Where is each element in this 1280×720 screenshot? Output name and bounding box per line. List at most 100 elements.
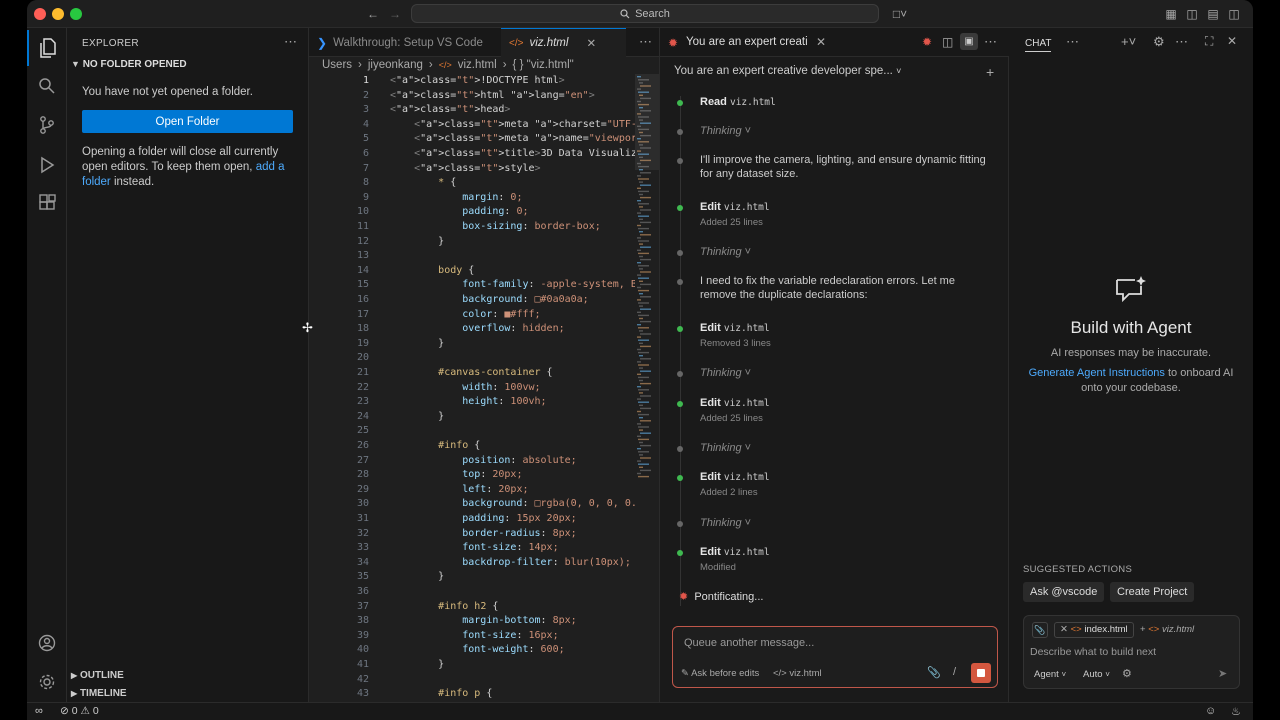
code-line[interactable]: 33 font-size: 14px; [309, 541, 635, 556]
toggle-panel-icon[interactable]: ▤ [1205, 6, 1221, 22]
code-line[interactable]: 28 top: 20px; [309, 468, 635, 483]
notifications-bell-icon[interactable]: ♨ [1231, 705, 1241, 718]
search-icon[interactable] [27, 68, 67, 104]
toggle-secondary-sidebar-icon[interactable]: ◫ [1226, 6, 1242, 22]
no-folder-section[interactable]: ▼ NO FOLDER OPENED [71, 59, 187, 70]
tools-icon[interactable]: ⚙ [1122, 667, 1132, 680]
breadcrumb-item[interactable]: { } "viz.html" [513, 59, 574, 71]
more-actions-icon[interactable]: ⋯ [284, 34, 297, 50]
code-line[interactable]: 10 padding: 0; [309, 205, 635, 220]
forward-arrow-icon[interactable]: → [387, 6, 403, 22]
code-line[interactable]: 5 <"a">class="t">meta "a">name="viewport… [309, 132, 635, 147]
copilot-menu-icon[interactable]: □˅ [887, 6, 913, 22]
create-project-button[interactable]: Create Project [1110, 582, 1195, 602]
problems-indicator[interactable]: ⊘ 0 ⚠ 0 [60, 705, 99, 717]
close-tab-icon[interactable]: ✕ [586, 36, 596, 50]
more-actions-icon[interactable]: ⋯ [1066, 34, 1079, 50]
code-line[interactable]: 17 color: ■#fff; [309, 308, 635, 323]
editor-more-icon[interactable]: ⋯ [639, 34, 652, 50]
code-line[interactable]: 29 left: 20px; [309, 483, 635, 498]
copilot-status-icon[interactable]: ☺ [1205, 705, 1216, 717]
remove-chip-icon[interactable]: ✕ [1060, 624, 1068, 635]
code-line[interactable]: 32 border-radius: 8px; [309, 527, 635, 542]
code-line[interactable]: 24 } [309, 410, 635, 425]
breadcrumb-item[interactable]: Users [322, 59, 352, 71]
code-line[interactable]: 16 background: □#0a0a0a; [309, 293, 635, 308]
code-line[interactable]: 8 * { [309, 176, 635, 191]
attach-icon[interactable]: 📎 [1032, 622, 1048, 638]
close-window-button[interactable] [34, 8, 46, 20]
code-line[interactable]: 4 <"a">class="t">meta "a">charset="UTF-8… [309, 118, 635, 133]
code-line[interactable]: 2 <"a">class="t">html "a">lang="en"> [309, 89, 635, 104]
more-actions-icon[interactable]: ⋯ [1175, 34, 1188, 50]
stop-button[interactable] [971, 663, 991, 683]
code-line[interactable]: 21 #canvas-container { [309, 366, 635, 381]
attach-icon[interactable]: 📎 [927, 666, 941, 679]
code-line[interactable]: 12 } [309, 235, 635, 250]
chat-title[interactable]: CHAT [1025, 38, 1052, 52]
code-line[interactable]: 22 width: 100vw; [309, 381, 635, 396]
send-icon[interactable]: ➤ [1218, 667, 1227, 680]
timeline-section[interactable]: ▶ TIMELINE [71, 688, 127, 699]
code-line[interactable]: 25 [309, 424, 635, 439]
model-picker[interactable]: Auto ˅ [1083, 669, 1110, 680]
context-file-chip[interactable]: </> viz.html [773, 668, 822, 679]
code-line[interactable]: 43 #info p { [309, 687, 635, 702]
code-line[interactable]: 30 background: □rgba(0, 0, 0, 0. [309, 497, 635, 512]
code-line[interactable]: 15 font-family: -apple-system, Bl [309, 278, 635, 293]
tab-viz-html[interactable]: </> viz.html ✕ [501, 28, 626, 57]
new-chat-icon[interactable]: +˅ [1121, 34, 1136, 49]
code-line[interactable]: 40 font-weight: 600; [309, 643, 635, 658]
breadcrumb-item[interactable]: viz.html [458, 59, 497, 71]
code-line[interactable]: 35 } [309, 570, 635, 585]
agent-chat-input[interactable]: 📎 ✕ <> index.html + <> viz.html Describe… [1023, 615, 1240, 689]
ask-vscode-button[interactable]: Ask @vscode [1023, 582, 1105, 602]
toggle-sidebar-icon[interactable]: ◫ [1184, 6, 1200, 22]
code-line[interactable]: 6 <"a">class="t">title>3D Data Visualiza… [309, 147, 635, 162]
code-line[interactable]: 14 body { [309, 264, 635, 279]
code-line[interactable]: 18 overflow: hidden; [309, 322, 635, 337]
code-line[interactable]: 20 [309, 351, 635, 366]
code-line[interactable]: 3 <"a">class="t">head> [309, 103, 635, 118]
code-line[interactable]: 38 margin-bottom: 8px; [309, 614, 635, 629]
minimize-window-button[interactable] [52, 8, 64, 20]
maximize-window-button[interactable] [70, 8, 82, 20]
code-line[interactable]: 27 position: absolute; [309, 454, 635, 469]
code-line[interactable]: 1 <"a">class="t">!DOCTYPE html> [309, 74, 635, 89]
code-line[interactable]: 41 } [309, 658, 635, 673]
extensions-icon[interactable] [27, 185, 67, 221]
generate-instructions-link[interactable]: Generate Agent Instructions [1029, 367, 1165, 379]
command-center-search[interactable]: Search [411, 4, 879, 23]
account-icon[interactable] [27, 625, 67, 661]
code-area[interactable]: 1 <"a">class="t">!DOCTYPE html> 2 <"a">clas… [309, 74, 635, 702]
code-line[interactable]: 7 <"a">class="t">style> [309, 162, 635, 177]
code-line[interactable]: 39 font-size: 16px; [309, 629, 635, 644]
code-line[interactable]: 31 padding: 15px 20px; [309, 512, 635, 527]
code-line[interactable]: 42 [309, 673, 635, 688]
maximize-icon[interactable]: ⛶ [1205, 34, 1213, 49]
remote-icon[interactable]: ∞ [35, 705, 43, 717]
back-arrow-icon[interactable]: ← [365, 6, 381, 22]
code-line[interactable]: 23 height: 100vh; [309, 395, 635, 410]
code-line[interactable]: 37 #info h2 { [309, 600, 635, 615]
code-line[interactable]: 9 margin: 0; [309, 191, 635, 206]
tab-walkthrough[interactable]: ❯ Walkthrough: Setup VS Code [309, 28, 501, 57]
code-line[interactable]: 13 [309, 249, 635, 264]
code-line[interactable]: 34 backdrop-filter: blur(10px); [309, 556, 635, 571]
settings-gear-icon[interactable]: ⚙ [1153, 34, 1165, 50]
context-chip-index[interactable]: ✕ <> index.html [1054, 622, 1134, 638]
customize-layout-icon[interactable]: ▦ [1163, 6, 1179, 22]
slash-command-icon[interactable]: / [953, 666, 956, 678]
code-line[interactable]: 36 [309, 585, 635, 600]
source-control-icon[interactable] [27, 107, 67, 143]
code-line[interactable]: 11 box-sizing: border-box; [309, 220, 635, 235]
queue-message-input[interactable]: Queue another message... ✎ Ask before ed… [672, 626, 998, 688]
context-chip-viz[interactable]: + <> viz.html [1136, 622, 1198, 638]
ask-before-edits-toggle[interactable]: ✎ Ask before edits [681, 668, 759, 679]
outline-section[interactable]: ▶ OUTLINE [71, 670, 124, 681]
open-folder-button[interactable]: Open Folder [82, 110, 293, 133]
breadcrumb-item[interactable]: jiyeonkang [368, 59, 423, 71]
settings-gear-icon[interactable] [27, 664, 67, 700]
run-debug-icon[interactable] [27, 147, 67, 183]
code-line[interactable]: 19 } [309, 337, 635, 352]
